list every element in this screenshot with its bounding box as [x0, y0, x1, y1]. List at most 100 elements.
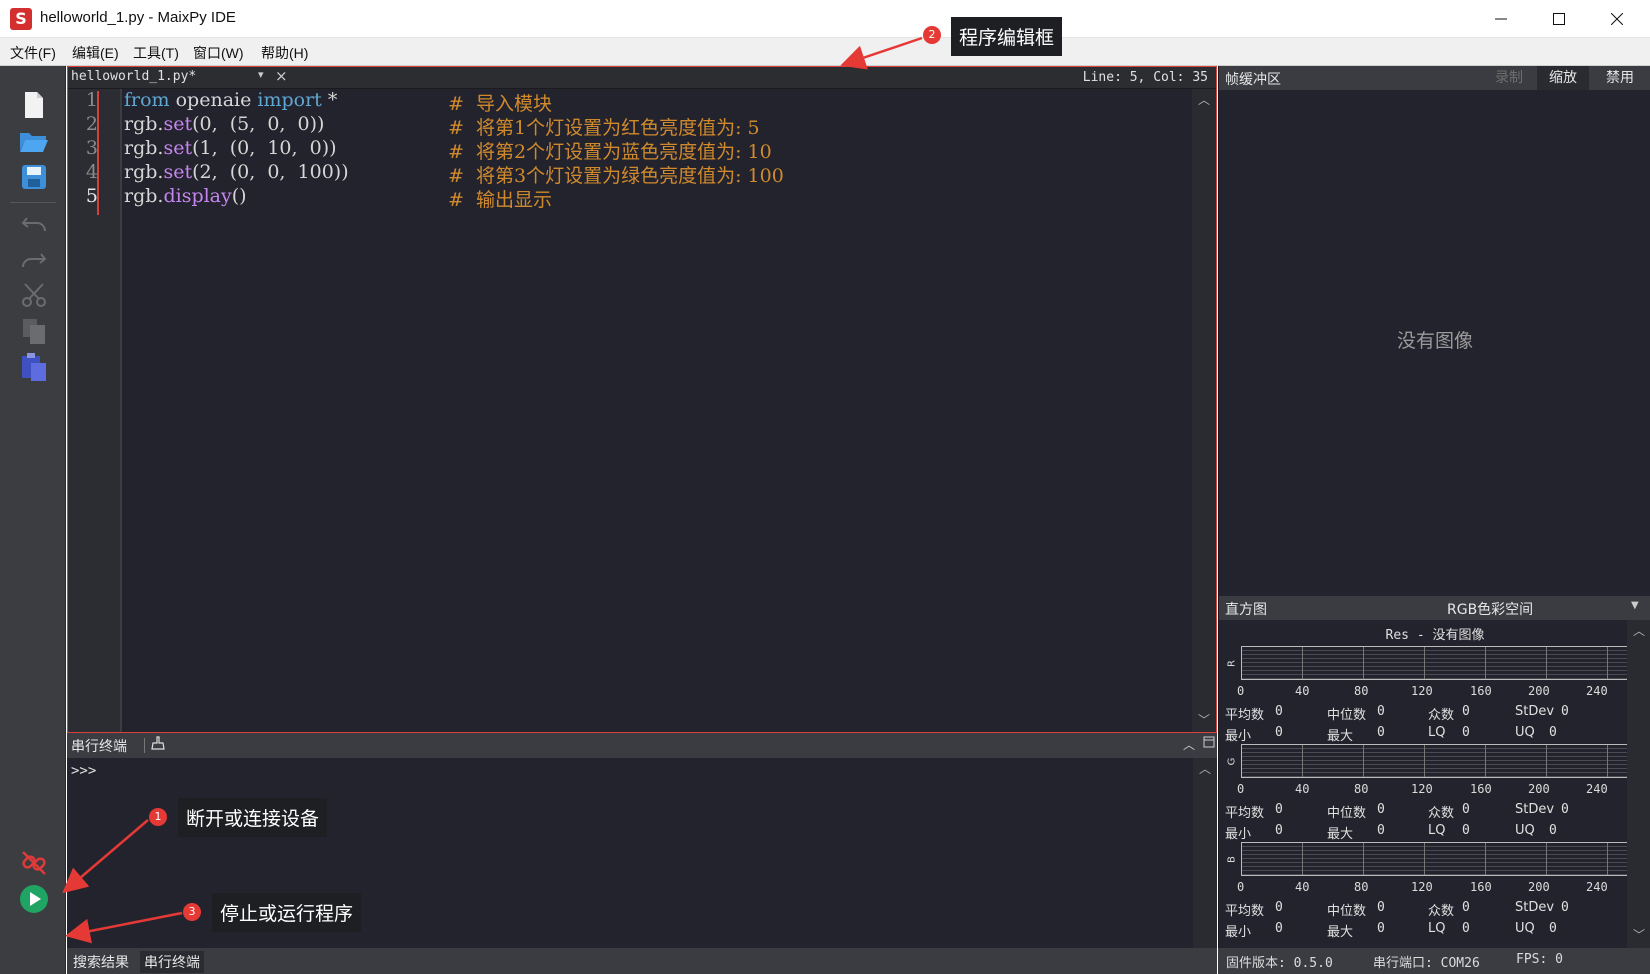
open-file-button[interactable] — [17, 124, 51, 158]
line-number: 4 — [85, 161, 98, 183]
stat-label-min: 最小 — [1225, 925, 1252, 940]
record-button[interactable]: 录制 — [1481, 66, 1537, 90]
stat-value-mean: 0 — [1275, 900, 1283, 915]
terminal-scrollbar[interactable]: ︿ — [1193, 758, 1217, 948]
stat-label-uq: UQ — [1515, 921, 1535, 936]
code-editor[interactable]: helloworld_1.py* ▾ × Line: 5, Col: 35 1 … — [67, 66, 1217, 733]
channel-axis-label: G — [1226, 757, 1238, 766]
stat-label-lq: LQ — [1428, 725, 1446, 740]
cut-button[interactable] — [17, 278, 51, 312]
code-text-area[interactable]: from openaie import * rgb.set(0, (5, 0, … — [124, 89, 1192, 732]
editor-scrollbar[interactable]: ︿ ﹀ — [1192, 89, 1216, 732]
annotation-badge-2: 2 — [923, 26, 941, 44]
histogram-tick-label: 0 — [1237, 684, 1245, 698]
copy-icon — [23, 319, 45, 344]
run-button[interactable] — [17, 882, 51, 916]
stat-label-stdev: StDev — [1515, 802, 1555, 817]
histogram-tick-label: 160 — [1470, 782, 1492, 796]
tab-dropdown-icon[interactable]: ▾ — [258, 68, 264, 81]
line-number: 5 — [85, 185, 98, 207]
code-line: rgb.display() — [124, 185, 247, 207]
histogram-tick-label: 80 — [1354, 782, 1369, 796]
close-button[interactable] — [1588, 0, 1646, 38]
annotation-editor: 程序编辑框 — [951, 17, 1063, 56]
close-icon — [1611, 13, 1623, 25]
line-number: 2 — [85, 113, 98, 135]
stat-value-max: 0 — [1377, 921, 1385, 936]
histogram-tick-label: 80 — [1354, 880, 1369, 894]
stat-value-min: 0 — [1275, 725, 1283, 740]
save-button[interactable] — [17, 160, 51, 194]
stat-value-mean: 0 — [1275, 802, 1283, 817]
menu-window[interactable]: 窗口(W) — [193, 43, 244, 63]
undo-button[interactable] — [17, 206, 51, 240]
collapse-terminal-icon[interactable]: ︿ — [1183, 736, 1195, 753]
histogram-tick-label: 240 — [1586, 684, 1608, 698]
stat-value-median: 0 — [1377, 802, 1385, 817]
minimize-icon — [1495, 18, 1507, 20]
redo-button[interactable] — [17, 242, 51, 276]
stat-value-median: 0 — [1377, 900, 1385, 915]
histogram-plot — [1241, 842, 1641, 876]
tab-serial-terminal[interactable]: 串行终端 — [140, 951, 204, 973]
folder-open-icon — [20, 133, 48, 152]
code-comment: # 输出显示 — [448, 189, 552, 211]
histogram-tick-label: 40 — [1295, 684, 1310, 698]
editor-tab[interactable]: helloworld_1.py* — [71, 69, 196, 84]
undo-icon — [21, 217, 46, 232]
histogram-tick-label: 200 — [1528, 782, 1550, 796]
tab-close-icon[interactable]: × — [275, 67, 288, 85]
stat-value-min: 0 — [1275, 921, 1283, 936]
minimize-button[interactable] — [1472, 0, 1530, 38]
histogram-scrollbar[interactable]: ︿ ﹀ — [1627, 620, 1650, 948]
histogram-tick-label: 160 — [1470, 684, 1492, 698]
scroll-up-icon[interactable]: ︿ — [1633, 622, 1645, 639]
histogram-tick-label: 120 — [1411, 684, 1433, 698]
scroll-down-icon[interactable]: ﹀ — [1633, 926, 1645, 943]
stat-label-median: 中位数 — [1327, 904, 1367, 919]
stat-label-mean: 平均数 — [1225, 806, 1265, 821]
menu-help[interactable]: 帮助(H) — [261, 43, 308, 63]
stat-value-mode: 0 — [1462, 802, 1470, 817]
histogram-tick-label: 200 — [1528, 684, 1550, 698]
code-line: from openaie import * — [124, 89, 338, 111]
copy-button[interactable] — [17, 314, 51, 348]
clear-terminal-icon[interactable] — [151, 736, 165, 754]
no-image-text: 没有图像 — [1396, 330, 1473, 352]
histogram-channels: R 0 40 80 120 160 200 240 平均数 0 中位数 0 众数 0 StDev 0 最小 0 最大… — [1219, 596, 1650, 948]
annotation-run: 停止或运行程序 — [212, 893, 362, 932]
disable-button[interactable]: 禁用 — [1589, 66, 1650, 90]
histogram-channel: B 0 40 80 120 160 200 240 平均数 0 中位数 0 众数 0 StDev 0 最小 0 最大… — [1219, 842, 1650, 940]
menu-edit[interactable]: 编辑(E) — [72, 43, 119, 63]
scroll-up-icon[interactable]: ︿ — [1199, 760, 1211, 777]
editor-tab-bar: helloworld_1.py* ▾ × Line: 5, Col: 35 — [68, 67, 1216, 89]
connect-button[interactable] — [17, 846, 51, 880]
annotation-badge-3: 3 — [183, 903, 201, 921]
menu-tools[interactable]: 工具(T) — [133, 43, 179, 63]
scroll-up-icon[interactable]: ︿ — [1198, 91, 1210, 108]
stat-label-max: 最大 — [1327, 729, 1354, 744]
channel-axis-label: R — [1226, 660, 1238, 667]
paste-button[interactable] — [17, 350, 51, 384]
stat-value-stdev: 0 — [1561, 900, 1569, 915]
stat-label-max: 最大 — [1327, 827, 1354, 842]
code-comment: # 将第3个灯设置为绿色亮度值为: 100 — [448, 165, 784, 187]
float-terminal-icon[interactable] — [1203, 736, 1215, 751]
histogram-tick-label: 200 — [1528, 880, 1550, 894]
terminal-prompt: >>> — [71, 763, 97, 779]
tab-search-results[interactable]: 搜索结果 — [69, 951, 133, 973]
menu-file[interactable]: 文件(F) — [10, 43, 56, 63]
new-file-button[interactable] — [17, 88, 51, 122]
scroll-down-icon[interactable]: ﹀ — [1198, 711, 1210, 728]
play-icon — [20, 885, 48, 913]
zoom-button[interactable]: 缩放 — [1537, 66, 1589, 90]
histogram-channel: R 0 40 80 120 160 200 240 平均数 0 中位数 0 众数 0 StDev 0 最小 0 最大… — [1219, 646, 1650, 744]
left-toolbar — [0, 66, 66, 974]
stat-value-mode: 0 — [1462, 900, 1470, 915]
firmware-version: 固件版本: 0.5.0 — [1226, 956, 1333, 971]
annotation-connect: 断开或连接设备 — [178, 798, 328, 837]
maximize-button[interactable] — [1530, 0, 1588, 38]
code-comment: # 导入模块 — [448, 93, 552, 115]
bottom-tab-bar: 搜索结果 串行终端 — [67, 948, 1217, 974]
stat-value-mode: 0 — [1462, 704, 1470, 719]
